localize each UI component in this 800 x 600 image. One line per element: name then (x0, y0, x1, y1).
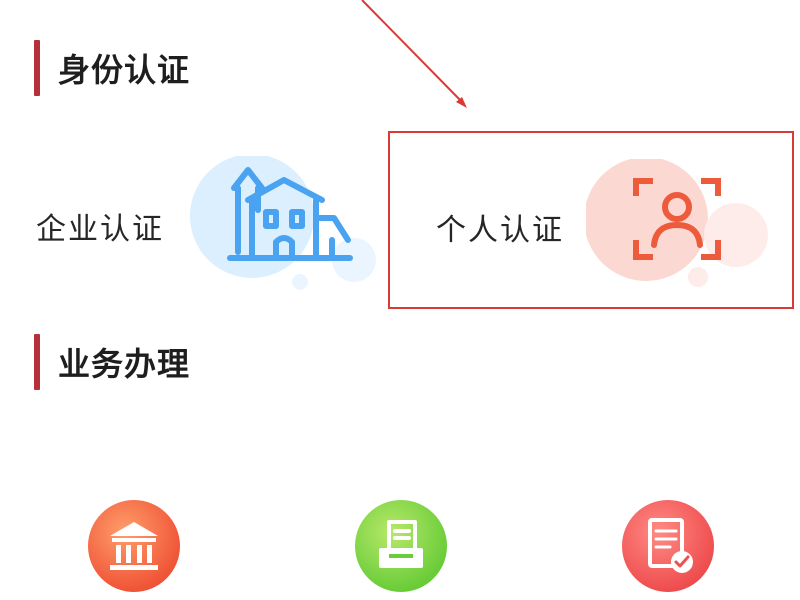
building-icon (190, 156, 376, 290)
document-tray-icon (379, 520, 423, 568)
enterprise-auth-card[interactable]: 企业认证 (20, 140, 376, 300)
checklist-icon (648, 518, 693, 573)
page: 身份认证 企业认证 个人认证 业务办理 (0, 0, 800, 600)
section-accent-bar (34, 40, 40, 96)
enterprise-auth-label: 企业认证 (36, 212, 164, 247)
section-header-business: 业务办理 (34, 334, 190, 390)
section-title-business: 业务办理 (58, 345, 191, 383)
personal-auth-label: 个人认证 (436, 213, 564, 248)
bank-icon (110, 522, 158, 570)
checklist-service-button[interactable] (622, 500, 714, 592)
section-accent-bar (34, 334, 40, 390)
bank-service-button[interactable] (88, 500, 180, 592)
face-scan-icon (586, 159, 768, 287)
section-header-identity: 身份认证 (34, 40, 190, 96)
section-title-identity: 身份认证 (58, 51, 191, 89)
personal-auth-card[interactable]: 个人认证 (388, 131, 794, 309)
document-service-button[interactable] (355, 500, 447, 592)
